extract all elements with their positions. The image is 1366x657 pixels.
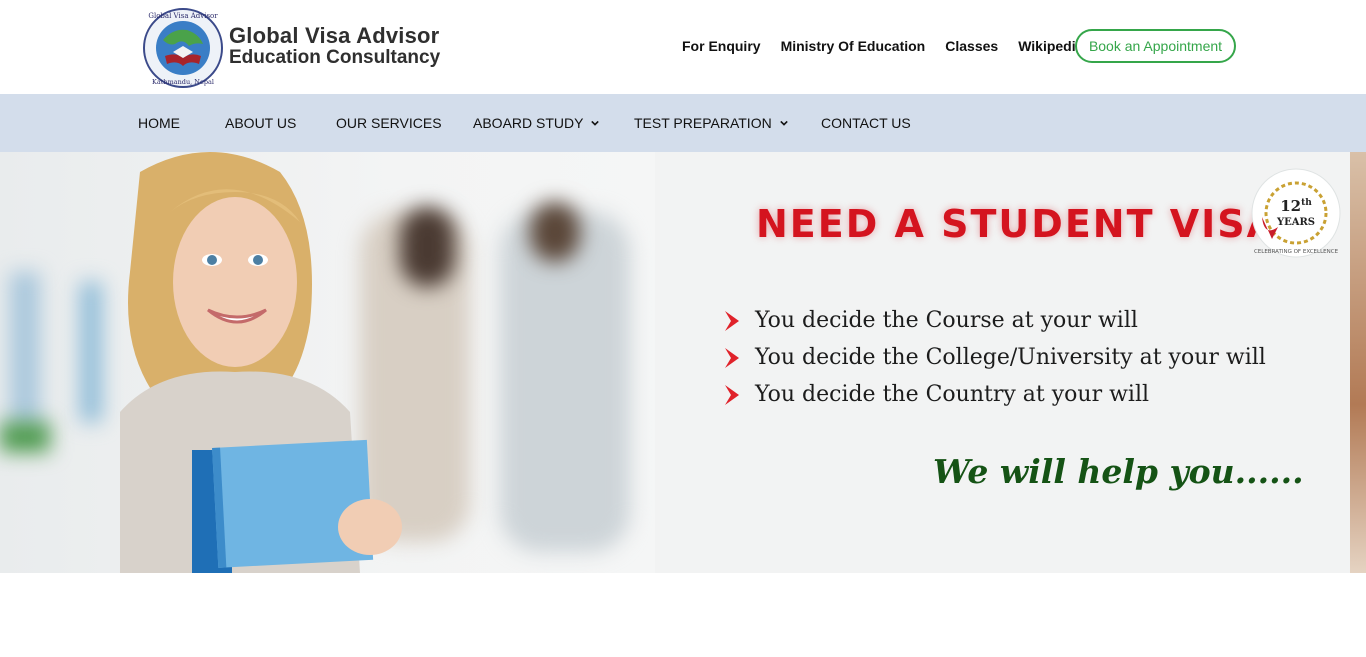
blurred-plant [0,422,50,452]
nav-item-home[interactable]: HOME [138,94,180,152]
top-links: For Enquiry Ministry Of Education Classe… [682,38,1083,54]
nav-label: HOME [138,115,180,131]
next-slide-edge [1350,152,1366,573]
nav-label: CONTACT US [821,115,911,131]
hero-bullet-text: You decide the College/University at you… [755,345,1266,370]
hero-bullet: You decide the College/University at you… [723,339,1266,376]
nav-label: ABOARD STUDY [473,115,584,131]
logo-text-top: Global Visa Advisor [148,12,218,20]
brand-subtitle: Education Consultancy [229,47,441,68]
blurred-head [530,202,580,262]
hero-bullet: You decide the Country at your will [723,376,1266,413]
student-image [120,152,402,573]
anniversary-badge: 12th YEARS CELEBRATING OF EXCELLENCE [1251,168,1341,258]
chevron-down-icon [779,120,788,126]
blurred-shelf [10,272,40,432]
top-header: Global Visa Advisor Kathmandu, Nepal Glo… [0,0,1366,94]
brand-name[interactable]: Global Visa Advisor Education Consultanc… [229,24,440,68]
badge-ring-text: CELEBRATING OF EXCELLENCE [1254,249,1339,255]
brand-title: Global Visa Advisor [229,23,440,48]
nav-item-aboard-study[interactable]: ABOARD STUDY [473,94,600,152]
red-chevron-icon [725,347,739,368]
nav-label: TEST PREPARATION [634,115,772,131]
nav-item-contact-us[interactable]: CONTACT US [821,94,911,152]
link-for-enquiry[interactable]: For Enquiry [682,38,761,54]
hero-bullet: You decide the Course at your will [723,302,1266,339]
badge-word: YEARS [1276,217,1315,228]
hero-bullet-text: You decide the Course at your will [755,308,1138,333]
company-logo[interactable]: Global Visa Advisor Kathmandu, Nepal [143,8,223,88]
hero-headline: NEED A STUDENT VISA [756,202,1279,246]
link-classes[interactable]: Classes [945,38,998,54]
hero-bullet-text: You decide the Country at your will [755,382,1150,407]
link-wikipedia[interactable]: Wikipedia [1018,38,1083,54]
main-nav: HOME ABOUT US OUR SERVICES ABOARD STUDY … [0,94,1366,152]
book-appointment-button[interactable]: Book an Appointment [1075,29,1236,63]
hero-tagline: We will help you...... [933,452,1304,491]
hero-photo [0,152,655,573]
red-chevron-icon [725,384,739,405]
nav-item-about-us[interactable]: ABOUT US [225,94,296,152]
nav-label: ABOUT US [225,115,297,131]
hero-banner[interactable]: NEED A STUDENT VISA You decide the Cours… [0,152,1350,573]
badge-suffix: th [1301,198,1312,208]
logo-text-bottom: Kathmandu, Nepal [152,78,214,86]
nav-label: OUR SERVICES [336,115,442,131]
badge-number: 12 [1280,197,1301,215]
blurred-person [500,212,630,552]
red-chevron-icon [725,310,739,331]
nav-item-test-preparation[interactable]: TEST PREPARATION [634,94,788,152]
hero-text-panel: NEED A STUDENT VISA You decide the Cours… [655,152,1350,573]
hero-bullet-list: You decide the Course at your will You d… [723,302,1266,413]
chevron-down-icon [591,120,600,126]
nav-item-our-services[interactable]: OUR SERVICES [336,94,442,152]
blurred-shelf [80,282,102,422]
link-ministry-of-education[interactable]: Ministry Of Education [781,38,926,54]
